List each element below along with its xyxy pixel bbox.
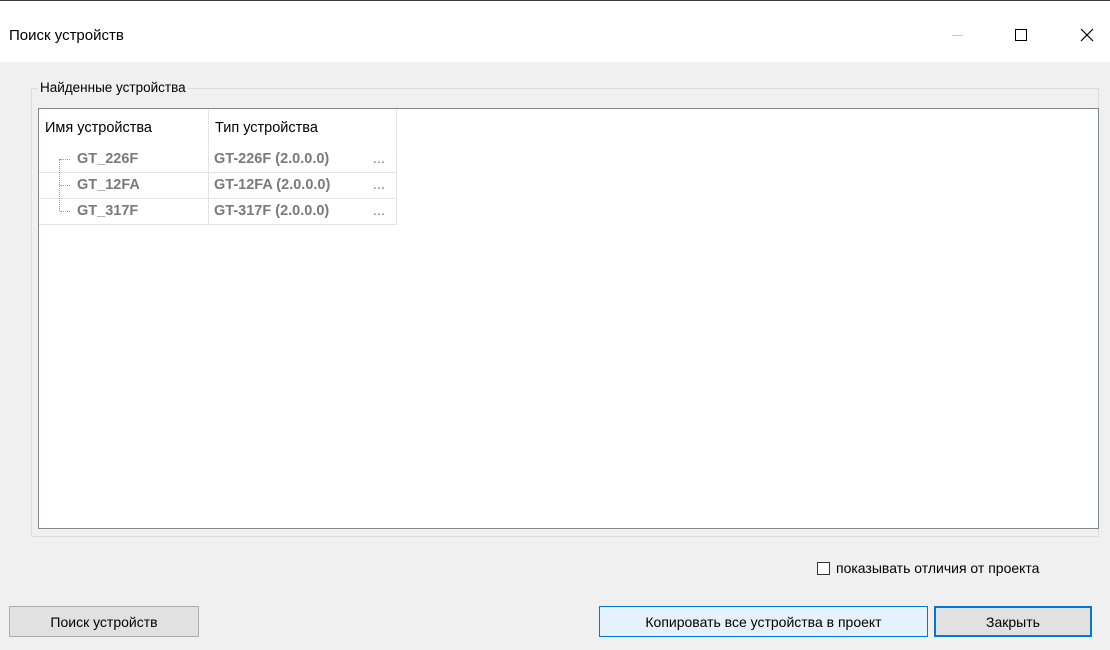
device-name-cell: GT_12FA xyxy=(39,173,209,198)
title-bar: Поиск устройств xyxy=(0,0,1110,62)
more-button[interactable]: ... xyxy=(373,199,385,224)
tree-branch xyxy=(60,185,70,186)
list-item[interactable]: GT_12FA GT-12FA (2.0.0.0) ... xyxy=(39,173,397,199)
search-devices-button[interactable]: Поиск устройств xyxy=(9,606,199,637)
tree-branch xyxy=(60,211,70,212)
list-rows: GT_226F GT-226F (2.0.0.0) ... GT_12FA GT… xyxy=(39,147,397,225)
device-name: GT_226F xyxy=(77,151,139,167)
minimize-button[interactable] xyxy=(934,15,980,55)
column-header-device-name[interactable]: Имя устройства xyxy=(39,109,209,147)
devices-list[interactable]: Имя устройства Тип устройства GT_226F GT… xyxy=(38,108,1099,529)
device-name-cell: GT_317F xyxy=(39,199,209,224)
device-search-window: Поиск устройств Найденные устройства Имя… xyxy=(0,0,1110,650)
more-button[interactable]: ... xyxy=(373,173,385,198)
device-type: GT-226F (2.0.0.0) xyxy=(214,151,330,167)
more-button[interactable]: ... xyxy=(373,147,385,172)
show-diff-option[interactable]: показывать отличия от проекта xyxy=(817,560,1039,576)
window-title: Поиск устройств xyxy=(9,27,124,44)
list-header: Имя устройства Тип устройства xyxy=(39,109,397,147)
device-name: GT_317F xyxy=(77,203,139,219)
list-item[interactable]: GT_226F GT-226F (2.0.0.0) ... xyxy=(39,147,397,173)
device-type: GT-317F (2.0.0.0) xyxy=(214,203,330,219)
device-name-cell: GT_226F xyxy=(39,147,209,172)
device-type-cell: GT-317F (2.0.0.0) ... xyxy=(209,199,397,224)
maximize-button[interactable] xyxy=(998,15,1044,55)
close-window-button[interactable] xyxy=(1064,15,1110,55)
column-header-device-type[interactable]: Тип устройства xyxy=(209,109,397,147)
close-icon xyxy=(1080,28,1094,42)
show-diff-label: показывать отличия от проекта xyxy=(836,560,1040,576)
tree-branch xyxy=(60,159,70,160)
list-item[interactable]: GT_317F GT-317F (2.0.0.0) ... xyxy=(39,199,397,225)
close-button[interactable]: Закрыть xyxy=(934,606,1092,637)
minimize-icon xyxy=(951,34,963,36)
device-type-cell: GT-226F (2.0.0.0) ... xyxy=(209,147,397,172)
device-type-cell: GT-12FA (2.0.0.0) ... xyxy=(209,173,397,198)
found-devices-legend: Найденные устройства xyxy=(38,80,188,95)
device-name: GT_12FA xyxy=(77,177,140,193)
device-type: GT-12FA (2.0.0.0) xyxy=(214,177,331,193)
show-diff-checkbox[interactable] xyxy=(817,561,830,575)
copy-all-devices-button[interactable]: Копировать все устройства в проект xyxy=(599,606,928,637)
maximize-icon xyxy=(1015,29,1027,41)
